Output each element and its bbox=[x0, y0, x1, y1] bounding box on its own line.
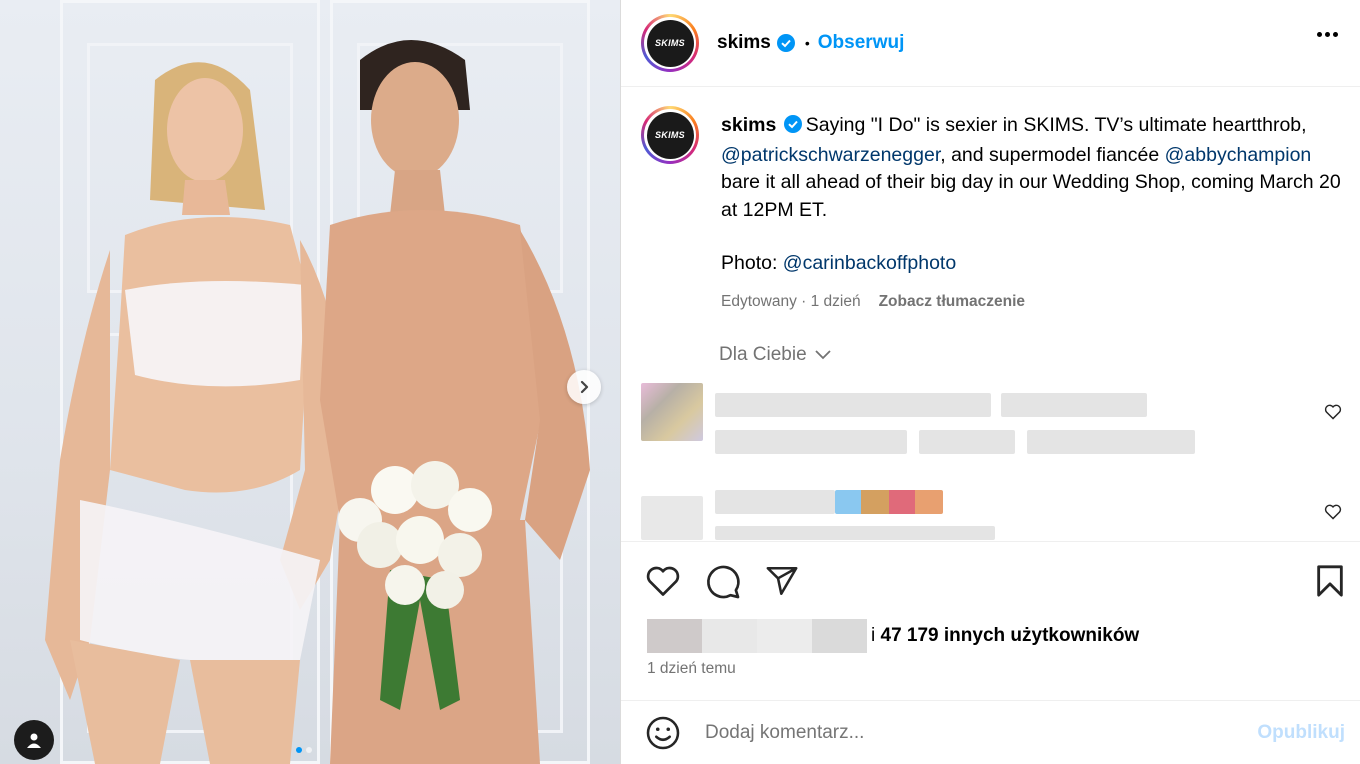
post-image[interactable] bbox=[0, 0, 620, 764]
comments-filter-dropdown[interactable]: Dla Ciebie bbox=[719, 344, 831, 366]
caption-segment: , and supermodel fiancée bbox=[940, 143, 1165, 166]
caption-meta: Edytowany · 1 dzień Zobacz tłumaczenie bbox=[721, 288, 1341, 316]
carousel-next-button[interactable] bbox=[567, 370, 601, 404]
edited-label: Edytowany bbox=[721, 292, 797, 310]
chevron-down-icon bbox=[815, 350, 831, 360]
figure-woman bbox=[45, 62, 346, 764]
follow-button[interactable]: Obserwuj bbox=[818, 32, 905, 54]
emoji-icon[interactable] bbox=[645, 715, 681, 751]
comments-filter-label: Dla Ciebie bbox=[719, 344, 807, 365]
post-timestamp: 1 dzień temu bbox=[647, 660, 736, 677]
post-actions bbox=[621, 541, 1360, 621]
photo-credit-label: Photo: bbox=[721, 252, 783, 274]
comment-like-icon[interactable] bbox=[1324, 504, 1342, 520]
carousel-dot-active bbox=[296, 747, 302, 753]
heart-icon[interactable] bbox=[645, 564, 681, 598]
caption-username[interactable]: skims bbox=[721, 114, 776, 136]
carousel-dot bbox=[306, 747, 312, 753]
avatar-logo: SKIMS bbox=[646, 111, 694, 159]
photo-figures bbox=[45, 40, 590, 764]
avatar-logo: SKIMS bbox=[646, 19, 694, 67]
more-icon[interactable] bbox=[1317, 32, 1338, 37]
liked-by-blurred bbox=[647, 619, 867, 653]
publish-button[interactable]: Opublikuj bbox=[1257, 722, 1345, 744]
likes-count: 47 179 innych użytkowników bbox=[880, 625, 1140, 646]
chevron-right-icon bbox=[580, 380, 589, 394]
mention-link[interactable]: @carinbackoffphoto bbox=[783, 252, 956, 274]
user-tag-button[interactable] bbox=[14, 720, 54, 760]
bookmark-icon[interactable] bbox=[1315, 564, 1345, 598]
caption-avatar[interactable]: SKIMS bbox=[641, 106, 699, 164]
mention-link[interactable]: @patrickschwarzenegger bbox=[721, 144, 940, 166]
caption-age: 1 dzień bbox=[810, 292, 861, 310]
comment-like-icon[interactable] bbox=[1324, 404, 1342, 420]
likes-summary[interactable]: i 47 179 innych użytkowników bbox=[647, 619, 1139, 653]
comment-bar: Opublikuj bbox=[621, 700, 1360, 764]
post-sidebar: SKIMS skims • Obserwuj SKIMS skims Sayin… bbox=[620, 0, 1360, 764]
likes-prefix: i bbox=[871, 625, 876, 646]
verified-icon bbox=[776, 34, 795, 52]
comment-icon[interactable] bbox=[705, 564, 741, 600]
author-avatar[interactable]: SKIMS bbox=[641, 14, 699, 72]
comment-input[interactable] bbox=[705, 721, 1205, 744]
author-username[interactable]: skims bbox=[717, 32, 771, 54]
share-icon[interactable] bbox=[765, 564, 799, 598]
separator-dot: • bbox=[804, 35, 810, 51]
post-header: SKIMS skims • Obserwuj bbox=[621, 0, 1360, 87]
caption-text: skims Saying "I Do" is sexier in SKIMS. … bbox=[721, 112, 1341, 315]
translate-button[interactable]: Zobacz tłumaczenie bbox=[879, 288, 1025, 316]
verified-icon bbox=[783, 114, 802, 142]
figure-man bbox=[320, 40, 590, 764]
carousel-indicator bbox=[296, 747, 312, 753]
user-tag-icon bbox=[27, 733, 41, 748]
caption-segment: bare it all ahead of their big day in ou… bbox=[721, 171, 1341, 221]
caption-segment: Saying "I Do" is sexier in SKIMS. TV’s u… bbox=[805, 114, 1307, 136]
mention-link[interactable]: @abbychampion bbox=[1165, 144, 1312, 166]
